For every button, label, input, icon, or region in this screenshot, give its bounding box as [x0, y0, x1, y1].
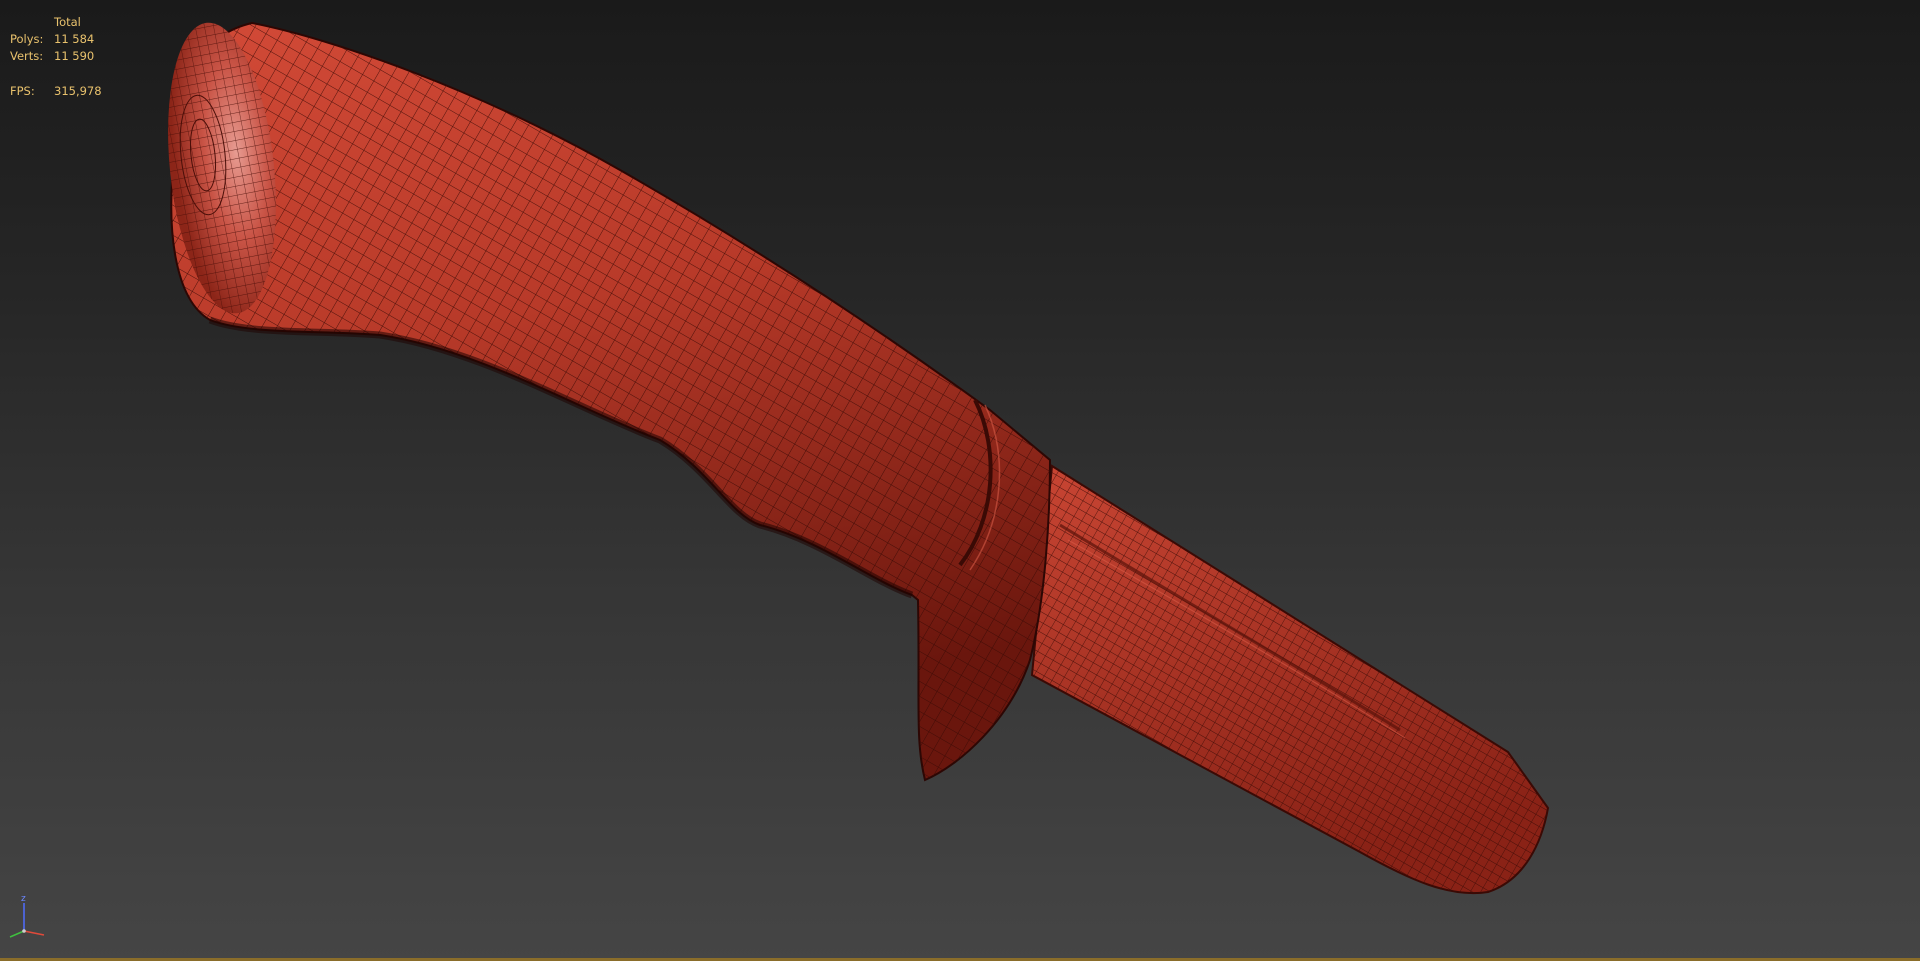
knife-handle-mesh — [168, 21, 1550, 895]
axis-gizmo: z — [4, 893, 52, 941]
fps-value: 315,978 — [54, 83, 102, 98]
axis-tripod-icon — [9, 903, 45, 938]
sheath-mesh — [1030, 464, 1550, 895]
verts-label: Verts: — [10, 49, 44, 64]
polys-value: 11 584 — [54, 32, 95, 47]
stats-header: Total — [54, 15, 81, 29]
fps-label: FPS: — [10, 83, 35, 98]
polys-label: Polys: — [10, 32, 44, 47]
viewport-statistics: Total Polys: 11 584 Verts: 11 590 FPS: 315,… — [10, 14, 102, 100]
verts-value: 11 590 — [54, 49, 95, 64]
3d-viewport[interactable]: Total Polys: 11 584 Verts: 11 590 FPS: 315,… — [0, 0, 1920, 957]
handle-mesh — [170, 21, 1052, 782]
